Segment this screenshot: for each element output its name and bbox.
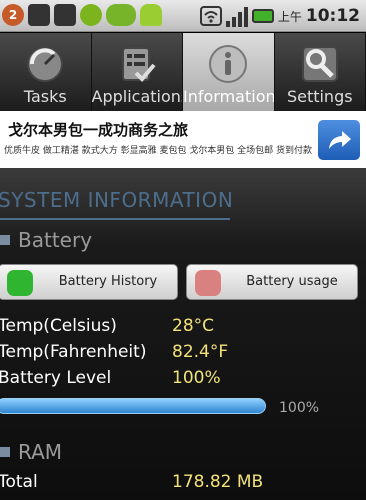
temp-celsius-label: Temp(Celsius) (0, 316, 117, 336)
section-bullet-icon (0, 447, 10, 457)
battery-section-label: Battery (18, 228, 93, 252)
battery-icon (251, 9, 274, 23)
share-arrow-icon (329, 131, 351, 149)
notification-icons: 2 (2, 4, 162, 28)
battery-level-label: Battery Level (0, 368, 112, 388)
temp-fahrenheit-value: 82.4°F (172, 342, 229, 362)
usb-icon (28, 4, 50, 26)
signal-icon (225, 5, 248, 27)
battery-section-header: Battery (0, 228, 92, 252)
battery-history-label: Battery History (58, 274, 158, 289)
battery-level-progress-fill (0, 399, 265, 413)
refresh-icon (80, 4, 102, 26)
tab-tasks-label: Tasks (23, 87, 67, 106)
battery-level-progress (0, 398, 266, 414)
tab-information-label: Information (183, 87, 275, 106)
title-divider (0, 218, 230, 220)
temp-fahrenheit-row: Temp(Fahrenheit) 82.4°F (0, 342, 228, 362)
section-bullet-icon (0, 235, 10, 245)
tab-applications-label: Applications (91, 87, 183, 106)
ram-total-row: Total 178.82 MB (0, 472, 263, 492)
settings-icon (301, 46, 338, 82)
battery-level-progress-text: 100% (279, 400, 320, 416)
ram-section-label: RAM (18, 440, 63, 464)
battery-usage-label: Battery usage (246, 274, 338, 289)
clock-ampm: 上午 (277, 9, 302, 24)
ram-section-header: RAM (0, 440, 62, 464)
ram-total-label: Total (0, 472, 38, 492)
ad-share-button[interactable] (318, 120, 360, 160)
tab-information[interactable]: Information (183, 33, 275, 111)
tab-bar: Tasks Applications Information Settings (0, 33, 366, 111)
battery-history-button[interactable]: Battery History (0, 264, 178, 300)
tab-settings-label: Settings (286, 87, 353, 106)
tab-tasks[interactable]: Tasks (0, 33, 92, 111)
system-icons: 上午 10:12 (199, 2, 360, 30)
battery-usage-icon (195, 270, 221, 296)
pea-icon (106, 4, 136, 26)
temp-fahrenheit-label: Temp(Fahrenheit) (0, 342, 147, 362)
battery-usage-button[interactable]: Battery usage (186, 264, 358, 300)
tasks-icon (27, 46, 64, 82)
applications-icon (121, 47, 156, 82)
temp-celsius-value: 28°C (172, 316, 215, 336)
ad-title: 戈尔本男包一成功商务之旅 (8, 121, 189, 139)
temp-celsius-row: Temp(Celsius) 28°C (0, 316, 214, 336)
android-robot-icon (54, 4, 76, 26)
page-title: SYSTEM INFORMATION (0, 188, 234, 212)
battery-level-row: Battery Level 100% (0, 368, 221, 388)
status-bar: 2 上午 10:12 (0, 0, 366, 32)
android-icon (140, 4, 162, 26)
wifi-icon (199, 6, 222, 26)
notification-count-icon: 2 (2, 4, 24, 26)
system-info-panel: SYSTEM INFORMATION Battery Battery Histo… (0, 168, 366, 500)
ram-total-value: 178.82 MB (172, 472, 264, 492)
ad-subtitle: 优质牛皮 做工精湛 款式大方 彰显高雅 麦包包 戈尔本男包 全场包邮 货到付款 (4, 146, 313, 156)
battery-history-icon (7, 270, 33, 296)
clock-time: 10:12 (305, 6, 360, 26)
battery-level-value: 100% (172, 368, 221, 388)
info-icon (209, 45, 248, 83)
tab-applications[interactable]: Applications (91, 33, 183, 111)
ad-banner[interactable]: 戈尔本男包一成功商务之旅 优质牛皮 做工精湛 款式大方 彰显高雅 麦包包 戈尔本… (0, 111, 366, 168)
tab-settings[interactable]: Settings (275, 33, 366, 111)
